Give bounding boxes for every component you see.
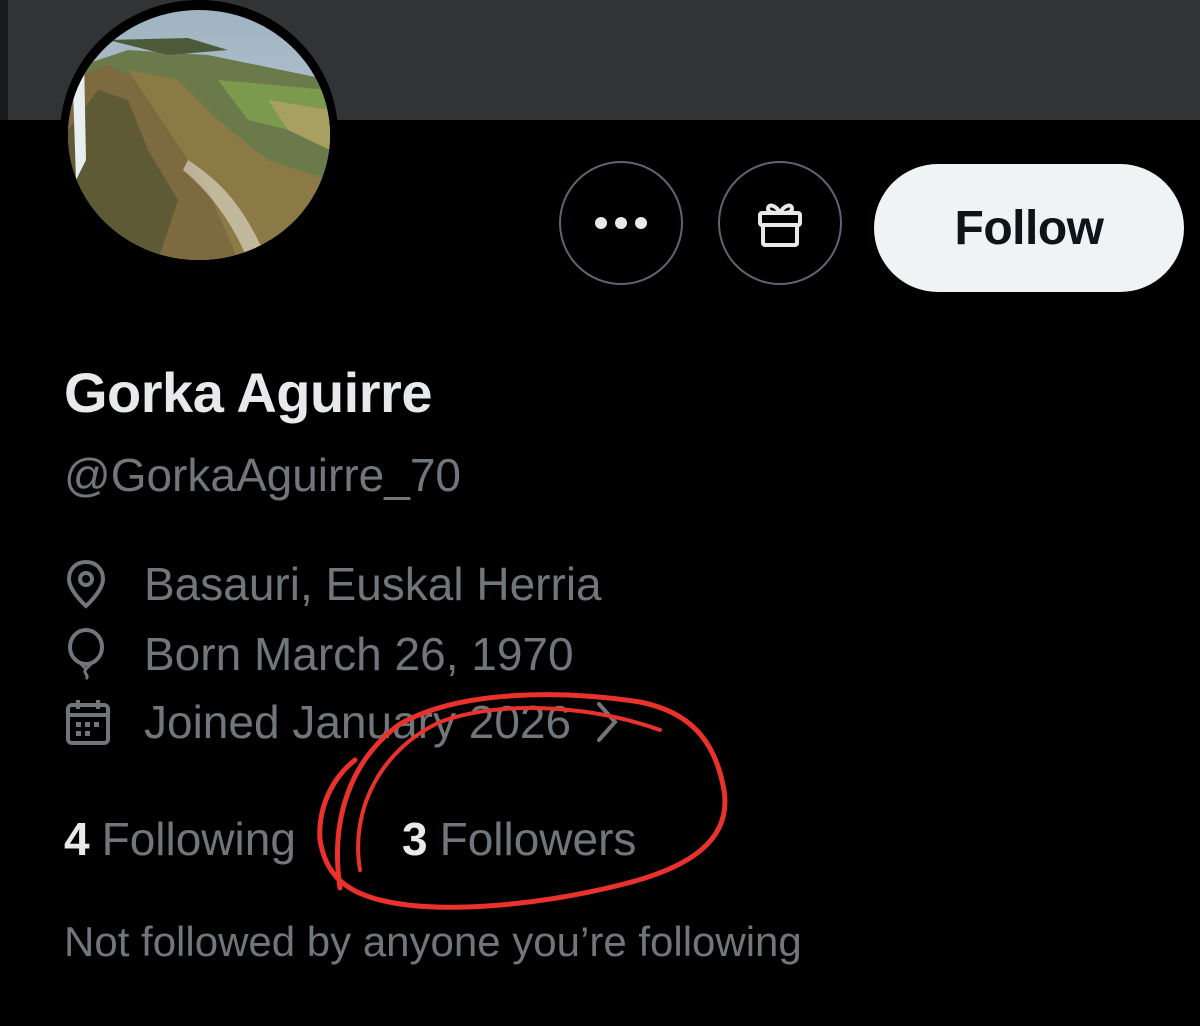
gift-button[interactable] bbox=[718, 161, 842, 285]
followers-stat[interactable]: 3 Followers bbox=[402, 812, 636, 866]
balloon-icon bbox=[64, 626, 130, 682]
calendar-icon bbox=[64, 694, 130, 750]
profile-location: Basauri, Euskal Herria bbox=[144, 558, 602, 610]
profile-joined-date: Joined January 2026 bbox=[144, 696, 572, 748]
gift-icon bbox=[758, 203, 802, 247]
followers-count: 3 bbox=[402, 813, 428, 865]
follow-button[interactable]: Follow bbox=[874, 164, 1184, 292]
location-pin-icon bbox=[64, 556, 130, 612]
following-count: 4 bbox=[64, 813, 90, 865]
profile-location-row: Basauri, Euskal Herria bbox=[64, 556, 602, 612]
profile-handle: @GorkaAguirre_70 bbox=[64, 449, 461, 501]
more-options-button[interactable] bbox=[559, 161, 683, 285]
profile-display-name: Gorka Aguirre bbox=[64, 361, 432, 424]
followers-label: Followers bbox=[439, 813, 637, 865]
more-dots-icon bbox=[595, 217, 647, 229]
chevron-right-icon[interactable] bbox=[593, 700, 621, 744]
profile-joined-row[interactable]: Joined January 2026 bbox=[64, 694, 621, 750]
following-stat[interactable]: 4 Following bbox=[64, 812, 296, 866]
avatar-landscape-image bbox=[68, 10, 330, 260]
profile-birth-row: Born March 26, 1970 bbox=[64, 626, 574, 682]
following-label: Following bbox=[101, 813, 296, 865]
profile-birth-date: Born March 26, 1970 bbox=[144, 628, 574, 680]
banner-edge bbox=[0, 0, 8, 120]
avatar[interactable] bbox=[60, 0, 338, 268]
social-context-text: Not followed by anyone you’re following bbox=[64, 918, 802, 965]
